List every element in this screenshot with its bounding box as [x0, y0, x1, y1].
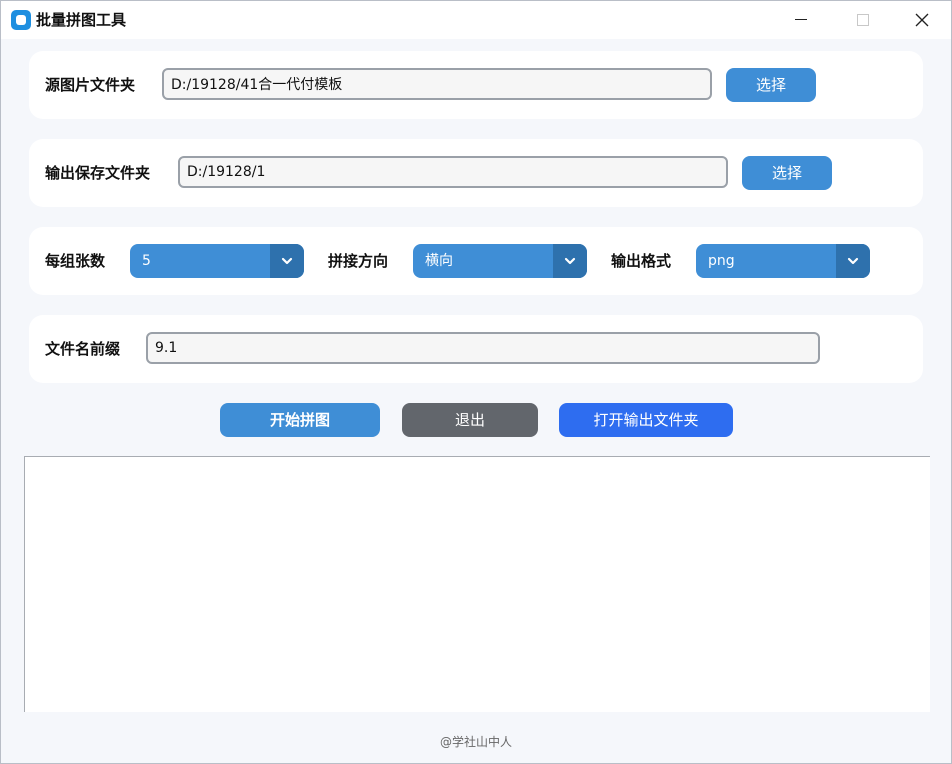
prefix-panel: 文件名前缀	[29, 315, 923, 383]
close-icon	[915, 13, 929, 27]
format-label: 输出格式	[611, 252, 672, 270]
prefix-label: 文件名前缀	[45, 340, 121, 358]
chevron-down-icon	[564, 257, 576, 265]
per-group-dropdown[interactable]: 5	[130, 244, 304, 278]
close-button[interactable]	[902, 5, 942, 35]
direction-dropdown-toggle[interactable]	[553, 244, 587, 278]
source-folder-panel: 源图片文件夹 选择	[29, 51, 923, 119]
maximize-button[interactable]	[843, 5, 883, 35]
per-group-dropdown-toggle[interactable]	[270, 244, 304, 278]
format-dropdown[interactable]: png	[696, 244, 870, 278]
start-button[interactable]: 开始拼图	[220, 403, 380, 437]
output-folder-label: 输出保存文件夹	[45, 164, 151, 182]
per-group-value: 5	[142, 253, 151, 269]
app-window: 批量拼图工具 源图片文件夹 选择 输出保存文件夹 选择 每组张数 5	[0, 0, 952, 764]
format-value: png	[708, 253, 735, 269]
chevron-down-icon	[847, 257, 859, 265]
app-icon	[11, 10, 31, 30]
prefix-input[interactable]	[146, 332, 820, 364]
title-bar[interactable]: 批量拼图工具	[1, 1, 951, 39]
format-dropdown-toggle[interactable]	[836, 244, 870, 278]
direction-label: 拼接方向	[328, 252, 389, 270]
output-folder-panel: 输出保存文件夹 选择	[29, 139, 923, 207]
log-output-area[interactable]	[24, 456, 930, 712]
options-panel: 每组张数 5 拼接方向 横向 输出格式 png	[29, 227, 923, 295]
chevron-down-icon	[281, 257, 293, 265]
per-group-label: 每组张数	[45, 252, 106, 270]
source-select-button[interactable]: 选择	[726, 68, 816, 102]
direction-value: 横向	[425, 253, 453, 269]
output-select-button[interactable]: 选择	[742, 156, 832, 190]
source-folder-input[interactable]	[162, 68, 712, 100]
output-folder-input[interactable]	[178, 156, 728, 188]
footer-credit: @学社山中人	[439, 735, 512, 749]
open-output-folder-button[interactable]: 打开输出文件夹	[559, 403, 733, 437]
minimize-button[interactable]	[781, 5, 821, 35]
exit-button[interactable]: 退出	[402, 403, 538, 437]
window-title: 批量拼图工具	[36, 11, 127, 29]
direction-dropdown[interactable]: 横向	[413, 244, 587, 278]
source-folder-label: 源图片文件夹	[45, 76, 136, 94]
